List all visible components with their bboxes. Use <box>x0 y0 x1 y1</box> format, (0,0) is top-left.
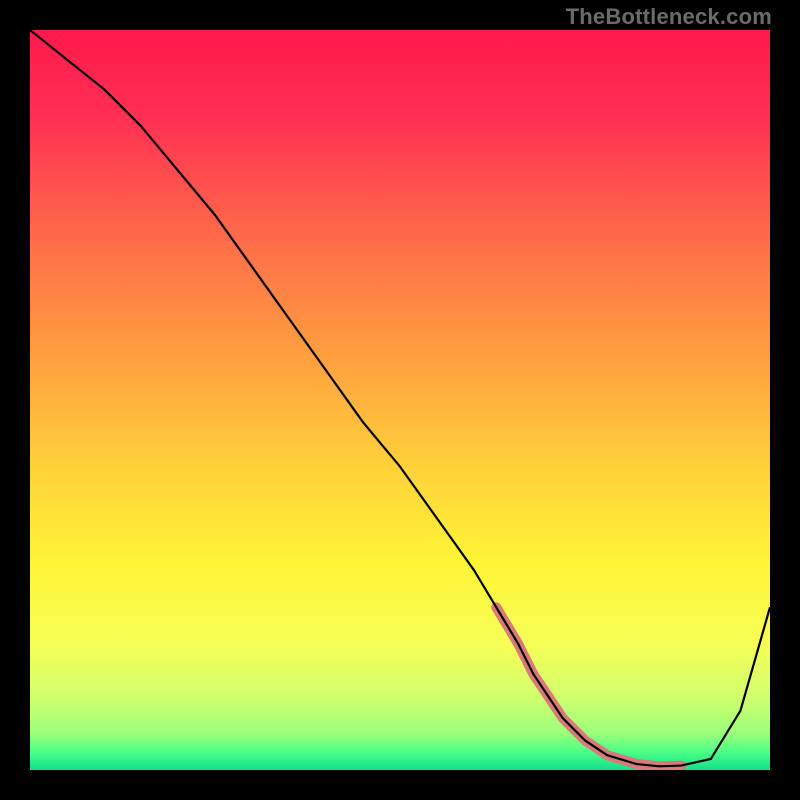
chart-stage: TheBottleneck.com <box>0 0 800 800</box>
watermark-label: TheBottleneck.com <box>566 4 772 30</box>
series-layer <box>30 30 770 770</box>
bottleneck-curve-line <box>30 30 770 766</box>
plot-area <box>30 30 770 770</box>
